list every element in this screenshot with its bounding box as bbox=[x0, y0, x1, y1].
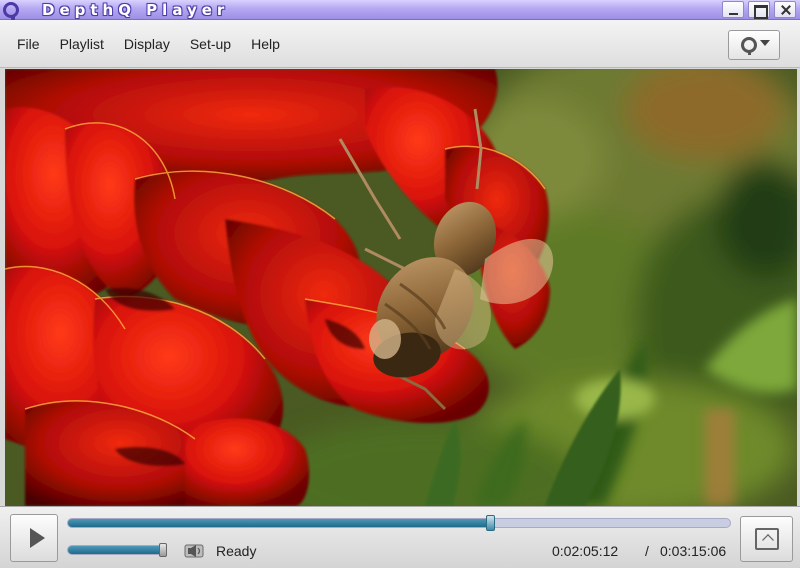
menu: File Playlist Display Set-up Help bbox=[7, 20, 290, 68]
menu-help[interactable]: Help bbox=[241, 32, 290, 56]
menu-setup[interactable]: Set-up bbox=[180, 32, 241, 56]
speaker-icon[interactable] bbox=[184, 543, 204, 559]
play-button[interactable] bbox=[10, 514, 58, 562]
menu-bar: File Playlist Display Set-up Help bbox=[0, 20, 800, 68]
volume-slider[interactable] bbox=[67, 543, 168, 557]
menu-file[interactable]: File bbox=[7, 32, 50, 56]
seek-handle[interactable] bbox=[485, 515, 495, 531]
minimize-button[interactable] bbox=[722, 1, 744, 18]
time-separator: / bbox=[645, 543, 649, 559]
fullscreen-icon bbox=[755, 528, 779, 550]
fullscreen-button[interactable] bbox=[740, 516, 793, 562]
dropdown-arrow-icon bbox=[760, 40, 770, 46]
close-button[interactable] bbox=[774, 1, 796, 18]
menu-playlist[interactable]: Playlist bbox=[50, 32, 114, 56]
video-frame-image bbox=[5, 69, 797, 506]
depthq-logo-icon bbox=[3, 2, 19, 20]
window-title: DepthQ Player bbox=[42, 1, 230, 19]
total-time: 0:03:15:06 bbox=[660, 543, 727, 559]
volume-level bbox=[68, 546, 164, 554]
video-display[interactable] bbox=[5, 69, 797, 506]
maximize-button[interactable] bbox=[748, 1, 770, 19]
depthq-logo-icon bbox=[741, 37, 757, 55]
window-controls bbox=[722, 1, 796, 19]
logo-menu-button[interactable] bbox=[728, 30, 780, 60]
volume-handle[interactable] bbox=[159, 543, 168, 557]
title-bar[interactable]: DepthQ Player bbox=[0, 0, 800, 20]
status-text: Ready bbox=[216, 543, 257, 559]
seek-progress bbox=[68, 519, 490, 527]
current-time: 0:02:05:12 bbox=[552, 543, 619, 559]
menu-display[interactable]: Display bbox=[114, 32, 180, 56]
playback-controls: Ready 0:02:05:12 / 0:03:15:06 bbox=[0, 506, 800, 568]
seek-bar[interactable] bbox=[67, 515, 731, 531]
play-icon bbox=[30, 528, 45, 548]
